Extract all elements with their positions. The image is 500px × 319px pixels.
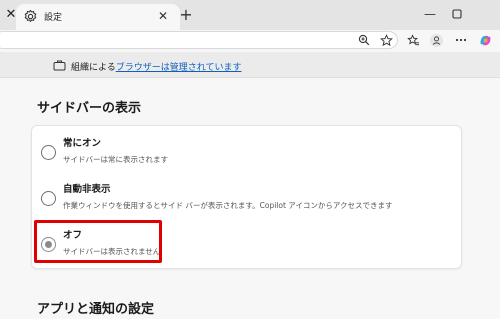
option-label: オフ [63, 230, 83, 241]
option-auto-hide[interactable]: 自動非表示 作業ウィンドウを使用するとサイド バーが表示されます。Copilot… [32, 174, 461, 220]
tab-settings[interactable]: 設定 ✕ [16, 4, 180, 30]
copilot-icon[interactable] [476, 31, 494, 49]
plus-icon[interactable]: + [176, 5, 196, 25]
zoom-icon[interactable] [355, 31, 373, 49]
radio-off[interactable] [41, 237, 56, 252]
address-bar[interactable] [0, 31, 398, 49]
close-icon[interactable]: ✕ [155, 8, 171, 24]
section-title-sidebar: サイドバーの表示 [37, 101, 142, 116]
option-off[interactable]: オフ サイドバーは表示されません [32, 220, 461, 266]
managed-banner-prefix: 組織による [71, 63, 116, 73]
option-always-on[interactable]: 常にオン サイドバーは常に表示されます [32, 128, 461, 174]
more-icon[interactable] [452, 31, 470, 49]
tab-strip: ✕ 設定 ✕ + — [0, 0, 500, 30]
section-title-apps-notifications: アプリと通知の設定 [37, 302, 155, 317]
option-label: 常にオン [63, 138, 102, 149]
maximize-icon[interactable] [446, 4, 468, 24]
minimize-icon[interactable]: — [419, 4, 441, 24]
radio-auto-hide[interactable] [41, 191, 56, 206]
star-icon[interactable] [377, 31, 395, 49]
option-label: 自動非表示 [63, 184, 111, 195]
managed-banner: 組織によるブラウザーは管理されています [0, 52, 500, 78]
managed-banner-text: 組織によるブラウザーは管理されています [71, 60, 241, 73]
briefcase-icon [53, 60, 66, 71]
radio-always-on[interactable] [41, 145, 56, 160]
gear-icon [24, 9, 37, 22]
profile-icon[interactable] [427, 31, 445, 49]
toolbar [0, 30, 500, 50]
favorites-icon[interactable] [404, 31, 422, 49]
tab-title: 設定 [44, 13, 63, 23]
option-description: 作業ウィンドウを使用するとサイド バーが表示されます。Copilot アイコンか… [63, 201, 393, 210]
sidebar-options-card: 常にオン サイドバーは常に表示されます 自動非表示 作業ウィンドウを使用するとサ… [31, 125, 462, 269]
option-description: サイドバーは常に表示されます [63, 155, 168, 164]
option-description: サイドバーは表示されません [63, 247, 161, 256]
managed-browser-link[interactable]: ブラウザーは管理されています [116, 63, 242, 73]
